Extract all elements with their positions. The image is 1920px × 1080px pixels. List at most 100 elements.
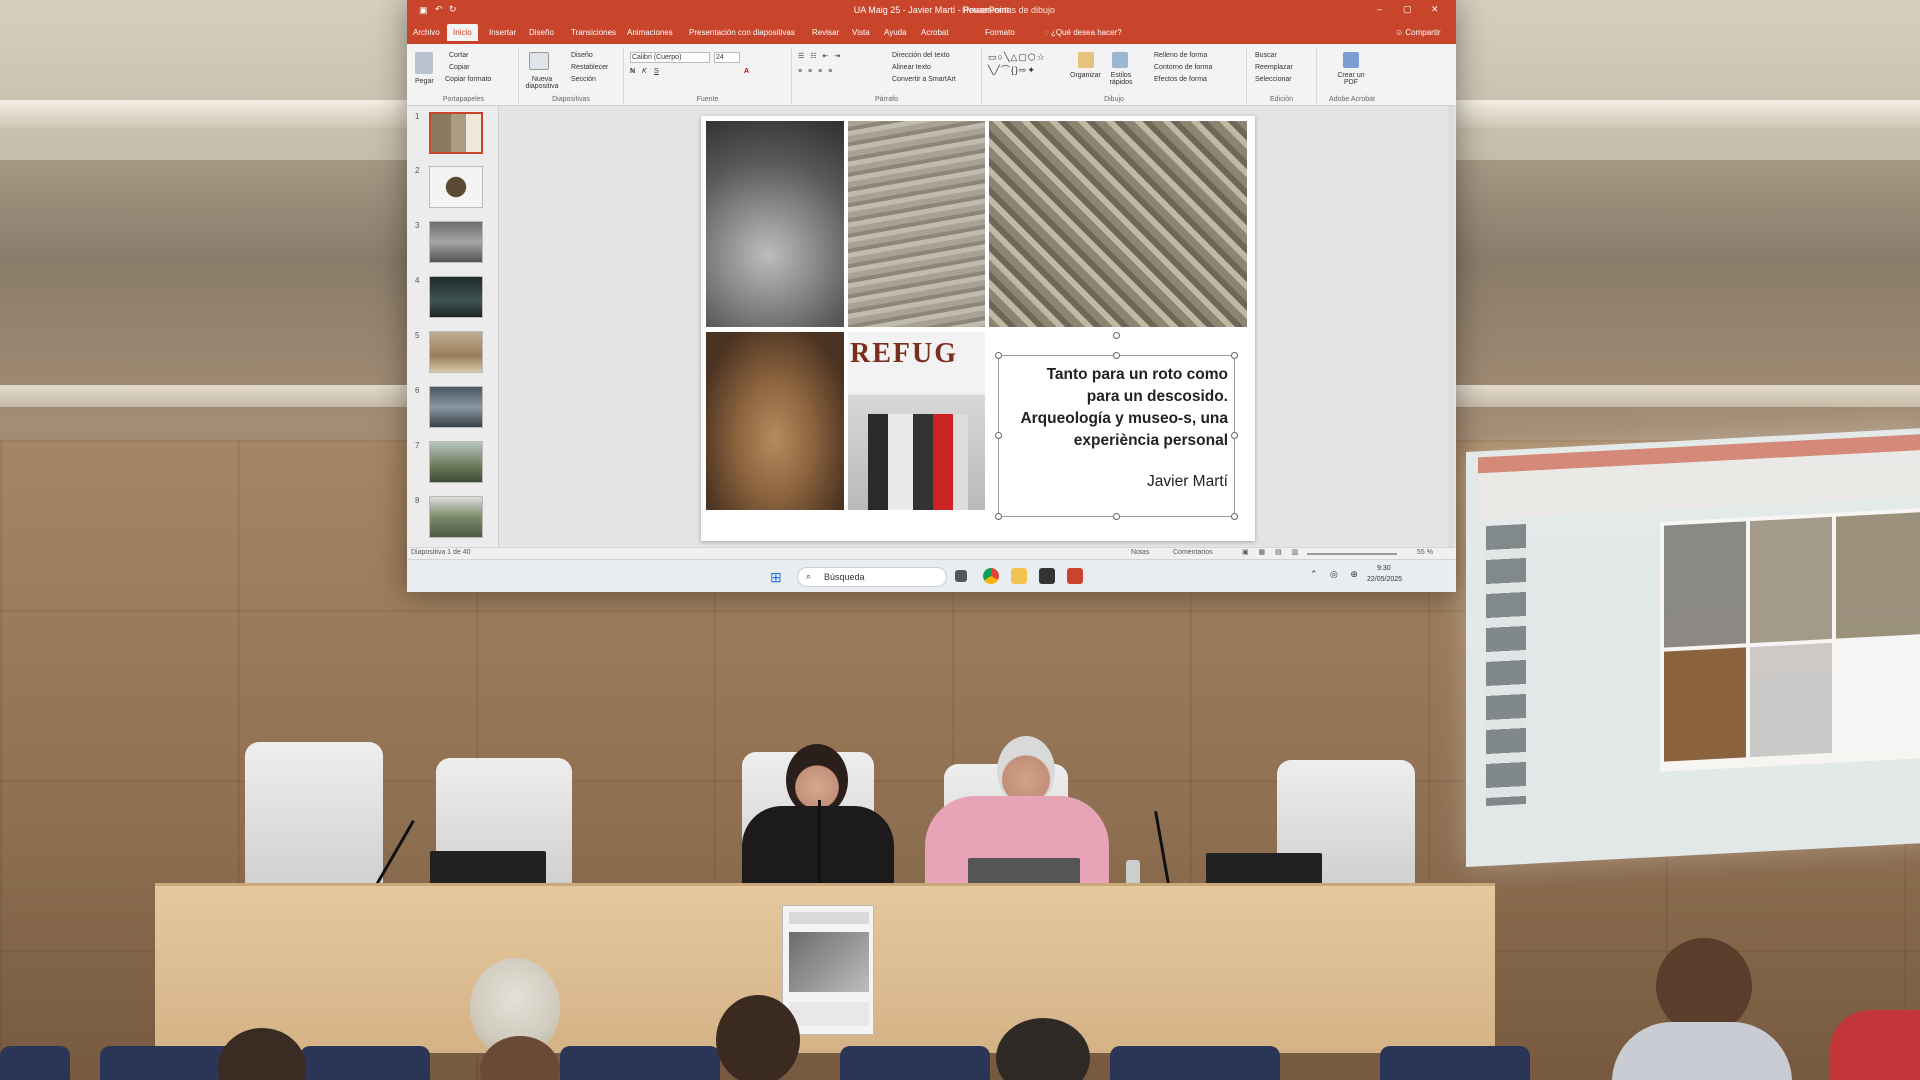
side-photo [1664, 647, 1746, 762]
slide-thumbnail[interactable] [429, 276, 483, 318]
ceiling-light-left-2 [0, 385, 410, 407]
quick-styles-button[interactable]: Estilos rápidos [1106, 72, 1136, 86]
tab-vista[interactable]: Vista [852, 28, 870, 37]
thumb-number: 6 [415, 386, 420, 395]
tab-animaciones[interactable]: Animaciones [627, 28, 673, 37]
tab-acrobat[interactable]: Acrobat [921, 28, 949, 37]
thumb-number: 7 [415, 441, 420, 450]
text-direction-button[interactable]: Dirección del texto [892, 52, 950, 59]
taskbar-search-label: Búsqueda [824, 572, 865, 582]
system-tray-icons[interactable]: ⌃ ◎ ⊕ [1310, 569, 1363, 580]
reset-button[interactable]: Restablecer [571, 64, 608, 71]
editing-workspace: 1 2 3 4 5 6 7 8 REFUG Tanto para un roto… [407, 106, 1456, 547]
tab-insertar[interactable]: Insertar [489, 28, 516, 37]
comments-button[interactable]: Comentarios [1173, 549, 1213, 556]
vertical-scrollbar[interactable] [1448, 106, 1454, 547]
share-button[interactable]: ☺ Compartir [1395, 28, 1441, 37]
chrome-icon[interactable] [983, 568, 999, 584]
align-text-button[interactable]: Alinear texto [892, 64, 931, 71]
tab-inicio[interactable]: Inicio [447, 24, 478, 41]
shape-effects-button[interactable]: Efectos de forma [1154, 76, 1207, 83]
minimize-icon[interactable]: – [1377, 4, 1382, 14]
resize-handle[interactable] [1113, 352, 1120, 359]
shapes-gallery[interactable]: ▭○╲△▢⬡☆ ╲╱⌒{}⇨✦ [988, 52, 1046, 76]
slide-thumbnail[interactable] [429, 441, 483, 483]
slide-thumbnail[interactable] [429, 221, 483, 263]
resize-handle[interactable] [1231, 352, 1238, 359]
thumb-number: 4 [415, 276, 420, 285]
quick-styles-icon[interactable] [1112, 52, 1128, 68]
ribbon: Pegar Cortar Copiar Copiar formato Porta… [407, 44, 1456, 106]
windows-start-icon[interactable]: ⊞ [770, 569, 782, 586]
paste-icon[interactable] [415, 52, 433, 74]
notes-button[interactable]: Notas [1131, 549, 1149, 556]
font-color-icon[interactable]: A [744, 68, 749, 75]
close-icon[interactable]: ✕ [1431, 4, 1439, 15]
taskbar-search[interactable]: ⌕ Búsqueda [797, 567, 947, 587]
resize-handle[interactable] [1113, 513, 1120, 520]
powerpoint-icon[interactable] [1067, 568, 1083, 584]
group-diapositivas: Nueva diapositiva Diseño Restablecer Sec… [519, 48, 624, 104]
slide-thumbnail[interactable] [429, 386, 483, 428]
group-label-dibujo: Dibujo [1104, 96, 1124, 103]
select-button[interactable]: Seleccionar [1255, 76, 1292, 83]
underline-button[interactable]: S [654, 68, 659, 75]
current-slide[interactable]: REFUG Tanto para un roto como para un de… [701, 116, 1255, 541]
resize-handle[interactable] [1231, 513, 1238, 520]
pdf-icon[interactable] [1343, 52, 1359, 68]
resize-handle[interactable] [995, 513, 1002, 520]
tab-presentacion[interactable]: Presentación con diapositivas [689, 28, 795, 37]
resize-handle[interactable] [995, 352, 1002, 359]
shape-fill-button[interactable]: Relleno de forma [1154, 52, 1207, 59]
bold-button[interactable]: N [630, 68, 635, 75]
share-label: Compartir [1405, 28, 1441, 37]
slide-thumbnail[interactable] [429, 331, 483, 373]
font-size-select[interactable]: 24 [714, 52, 740, 63]
create-pdf-button[interactable]: Crear un PDF [1331, 72, 1371, 86]
slide-thumbnail[interactable] [429, 496, 483, 538]
rotate-handle[interactable] [1113, 332, 1120, 339]
status-bar: Diapositiva 1 de 40 Notas Comentarios ▣ … [407, 547, 1456, 559]
new-slide-icon[interactable] [529, 52, 549, 70]
poster-header [789, 912, 869, 924]
task-view-icon[interactable] [955, 570, 967, 582]
font-name-select[interactable]: Calibri (Cuerpo) [630, 52, 710, 63]
shape-outline-button[interactable]: Contorno de forma [1154, 64, 1212, 71]
cut-button[interactable]: Cortar [449, 52, 468, 59]
copy-format-button[interactable]: Copiar formato [445, 76, 491, 83]
slide-thumbnail[interactable] [429, 112, 483, 154]
new-slide-button[interactable]: Nueva diapositiva [521, 76, 563, 90]
chair [245, 742, 383, 892]
slide-counter: Diapositiva 1 de 40 [411, 549, 471, 556]
tab-formato[interactable]: Formato [985, 28, 1015, 37]
title-textbox[interactable]: Tanto para un roto como para un descosid… [995, 332, 1238, 520]
group-label-acrobat: Adobe Acrobat [1329, 96, 1375, 103]
arrange-icon[interactable] [1078, 52, 1094, 68]
tab-transiciones[interactable]: Transiciones [571, 28, 616, 37]
zoom-slider[interactable] [1307, 553, 1397, 555]
smartart-button[interactable]: Convertir a SmartArt [892, 76, 956, 83]
app-icon[interactable] [1039, 568, 1055, 584]
layout-button[interactable]: Diseño [571, 52, 593, 59]
tab-archivo[interactable]: Archivo [413, 28, 440, 37]
replace-button[interactable]: Reemplazar [1255, 64, 1293, 71]
tell-me-box[interactable]: ◌ ¿Qué desea hacer? [1044, 28, 1122, 37]
align-icons[interactable]: ≡ ≡ ≡ ≡ [798, 68, 834, 75]
copy-button[interactable]: Copiar [449, 64, 470, 71]
paste-button[interactable]: Pegar [415, 78, 434, 85]
tab-ayuda[interactable]: Ayuda [884, 28, 907, 37]
resize-handle[interactable] [1231, 432, 1238, 439]
slide-thumbnail[interactable] [429, 166, 483, 208]
context-title: Herramientas de dibujo [962, 5, 1056, 15]
maximize-icon[interactable]: ▢ [1403, 4, 1412, 15]
tab-diseno[interactable]: Diseño [529, 28, 554, 37]
arrange-button[interactable]: Organizar [1070, 72, 1101, 79]
italic-button[interactable]: K [642, 68, 647, 75]
view-icons[interactable]: ▣ ▦ ▤ ▥ [1242, 548, 1302, 556]
section-button[interactable]: Sección [571, 76, 596, 83]
list-icons[interactable]: ☰ ☷ ⇤ ⇥ [798, 52, 842, 60]
find-button[interactable]: Buscar [1255, 52, 1277, 59]
file-explorer-icon[interactable] [1011, 568, 1027, 584]
conference-room-scene: ▣ ↶ ↻ UA Maig 25 - Javier Martí - PowerP… [0, 0, 1920, 1080]
tab-revisar[interactable]: Revisar [812, 28, 839, 37]
